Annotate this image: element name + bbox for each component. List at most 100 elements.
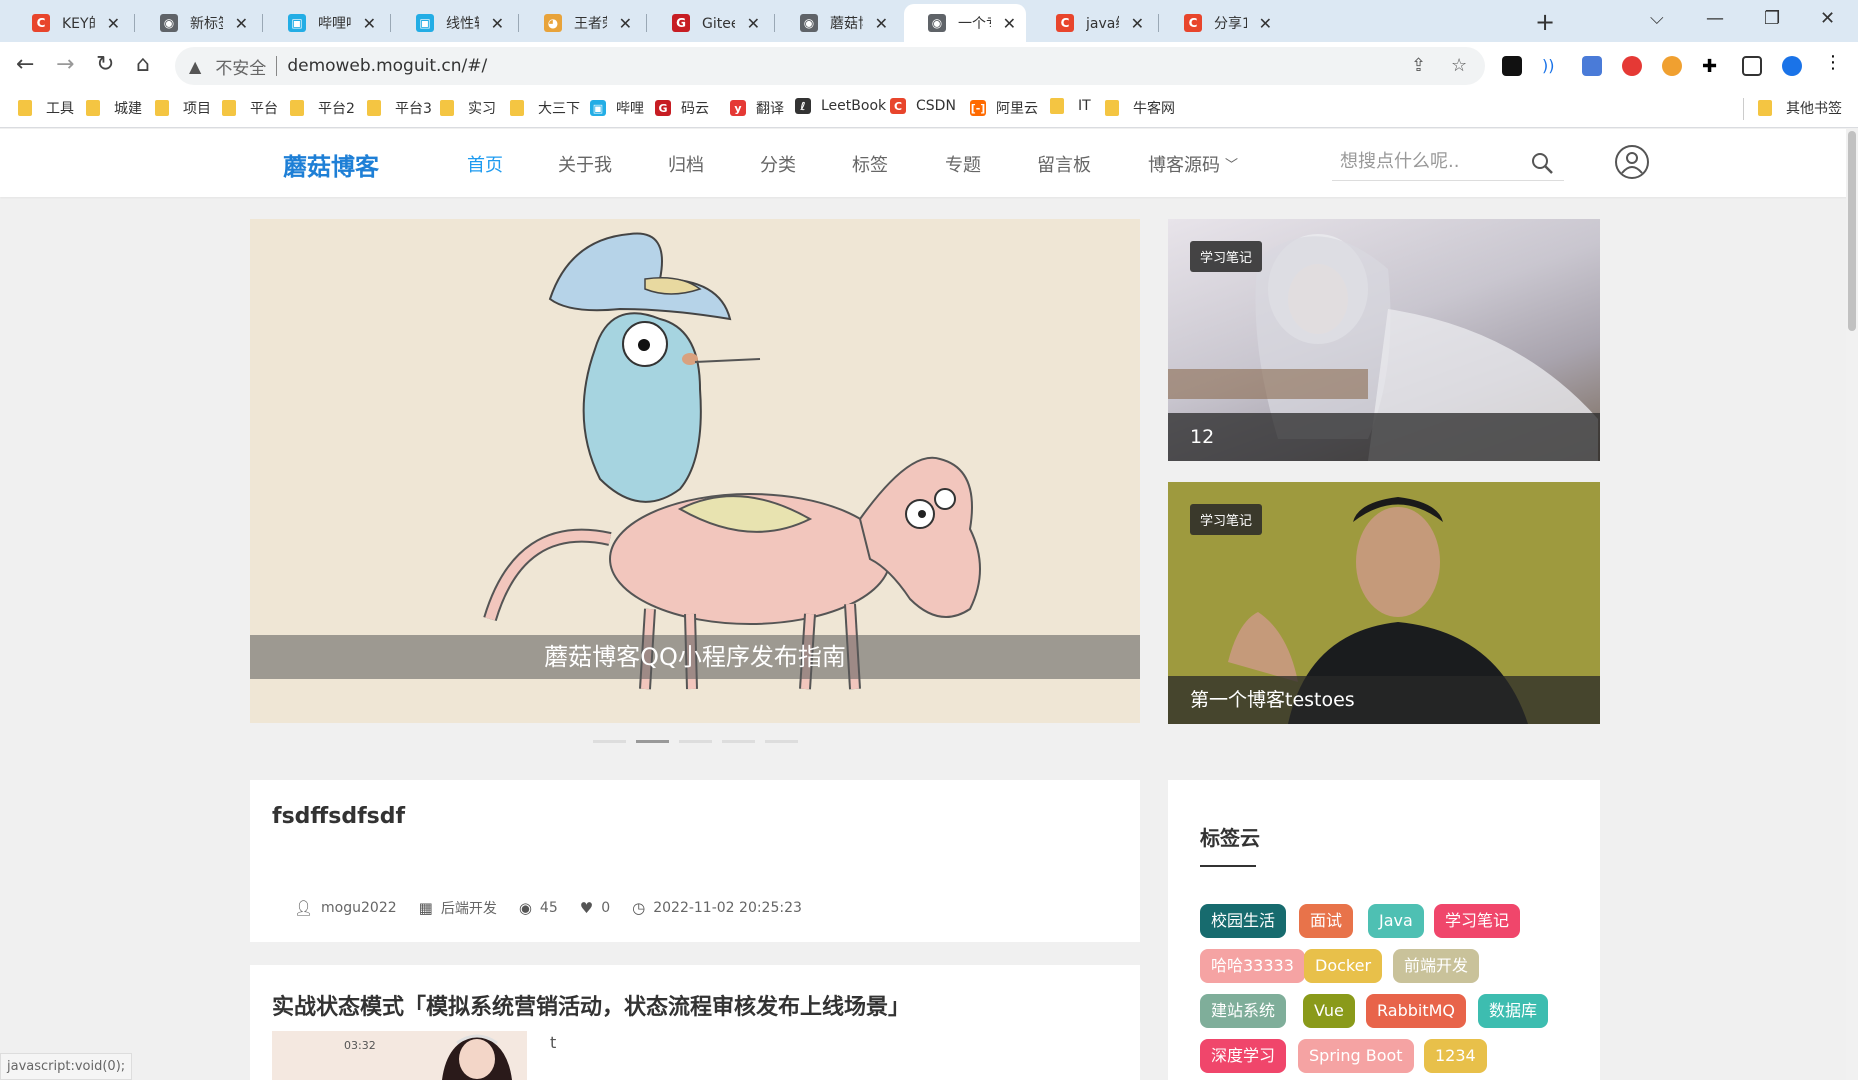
forward-icon[interactable]: →	[56, 52, 74, 77]
browser-tab[interactable]: C 分享10个 ✕	[1160, 4, 1282, 42]
bookmark-item[interactable]: 平台	[222, 98, 278, 118]
close-window-icon[interactable]: ✕	[1820, 8, 1835, 29]
bookmark-star-icon[interactable]: ☆	[1451, 55, 1467, 76]
site-logo[interactable]: 蘑菇博客	[283, 147, 379, 182]
bookmark-item[interactable]: C CSDN	[890, 98, 956, 114]
tab-close-icon[interactable]: ✕	[235, 14, 248, 33]
bookmark-item[interactable]: 城建	[86, 98, 142, 118]
new-tab-icon[interactable]: +	[1535, 8, 1555, 36]
card-title[interactable]: 12	[1168, 413, 1600, 461]
sound-extension-icon[interactable]: ))	[1542, 56, 1562, 76]
card-title[interactable]: 第一个博客testoes	[1168, 676, 1600, 724]
side-card-2[interactable]: 学习笔记 第一个博客testoes	[1168, 482, 1600, 724]
browser-tab[interactable]: Cjava练手项 ✕	[1032, 4, 1154, 42]
bookmark-item[interactable]: G 码云	[655, 98, 709, 118]
nav-item[interactable]: 留言板	[1037, 151, 1091, 177]
tag-chip[interactable]: 深度学习	[1200, 1039, 1287, 1073]
tag-chip[interactable]: 1234	[1424, 1039, 1487, 1073]
bookmark-item[interactable]: 平台2	[290, 98, 355, 118]
bookmark-item[interactable]: 牛客网	[1105, 98, 1175, 118]
nav-item[interactable]: 关于我	[558, 151, 612, 177]
tag-chip[interactable]: Spring Boot	[1298, 1039, 1414, 1073]
tab-search-icon[interactable]: ⌵	[1650, 8, 1664, 29]
nav-item[interactable]: 博客源码	[1148, 151, 1220, 177]
browser-tab[interactable]: ◉ 新标签页 ✕	[136, 4, 258, 42]
tag-chip[interactable]: 校园生活	[1200, 904, 1287, 938]
tag-chip[interactable]: 哈哈33333	[1200, 949, 1305, 983]
tag-chip[interactable]: 学习笔记	[1434, 904, 1521, 938]
restore-icon[interactable]: ❐	[1764, 8, 1780, 29]
card-tag[interactable]: 学习笔记	[1190, 241, 1263, 272]
warning-icon[interactable]: ▲	[189, 57, 201, 76]
bookmark-item[interactable]: 项目	[155, 98, 211, 118]
bookmark-item[interactable]: ▣ 哔哩	[590, 98, 644, 118]
bookmark-item[interactable]: y 翻译	[730, 98, 784, 118]
home-icon[interactable]: ⌂	[136, 52, 150, 77]
side-panel-icon[interactable]	[1742, 56, 1762, 76]
carousel-dot[interactable]	[636, 740, 669, 743]
share-icon[interactable]: ⇪	[1411, 55, 1426, 76]
tag-chip[interactable]: 前端开发	[1393, 949, 1480, 983]
user-avatar-icon[interactable]	[1615, 145, 1649, 179]
address-bar[interactable]: ▲ 不安全 demoweb.moguit.cn/#/ ⇪ ☆	[175, 47, 1485, 85]
scrollbar[interactable]	[1846, 129, 1858, 1080]
bookmark-item[interactable]: ℓ LeetBook	[795, 98, 886, 114]
carousel-caption[interactable]: 蘑菇博客QQ小程序发布指南	[250, 635, 1140, 679]
article-card[interactable]: 实战状态模式「模拟系统营销活动，状态流程审核发布上线场景」 03:32 t	[250, 965, 1140, 1080]
adblock-extension-icon[interactable]	[1622, 56, 1642, 76]
bookmark-item[interactable]: 工具	[18, 98, 74, 118]
tag-chip[interactable]: Vue	[1303, 994, 1355, 1028]
tab-close-icon[interactable]: ✕	[1131, 14, 1144, 33]
meta-category[interactable]: ▦ 后端开发	[419, 898, 497, 918]
meta-author[interactable]: 👤︎ mogu2022	[294, 899, 397, 917]
carousel[interactable]: 蘑菇博客QQ小程序发布指南	[250, 219, 1140, 723]
article-title[interactable]: 实战状态模式「模拟系统营销活动，状态流程审核发布上线场景」	[272, 989, 910, 1021]
tab-close-icon[interactable]: ✕	[107, 14, 120, 33]
carousel-dot[interactable]	[679, 740, 712, 743]
avatar-extension-icon[interactable]	[1662, 56, 1682, 76]
tab-close-icon[interactable]: ✕	[875, 14, 888, 33]
meta-likes[interactable]: ♥ 0	[580, 899, 610, 917]
side-card-1[interactable]: 学习笔记 12	[1168, 219, 1600, 461]
nav-item[interactable]: 专题	[945, 151, 981, 177]
browser-tab[interactable]: C KEY的航行 ✕	[8, 4, 130, 42]
browser-tab[interactable]: ▣ 线性轴体近 ✕	[392, 4, 514, 42]
scrollbar-thumb[interactable]	[1848, 131, 1856, 331]
bookmark-item[interactable]: IT	[1050, 98, 1091, 114]
tag-chip[interactable]: 建站系统	[1200, 994, 1287, 1028]
browser-tab[interactable]: G Gitee 搜索 ✕	[648, 4, 770, 42]
search-icon[interactable]	[1530, 151, 1554, 175]
back-icon[interactable]: ←	[16, 52, 34, 77]
nav-item[interactable]: 归档	[668, 151, 704, 177]
translate-extension-icon[interactable]	[1582, 56, 1602, 76]
nav-item[interactable]: 分类	[760, 151, 796, 177]
carousel-dot[interactable]	[593, 740, 626, 743]
nav-item[interactable]: 首页	[467, 151, 503, 177]
tab-close-icon[interactable]: ✕	[363, 14, 376, 33]
bookmark-item[interactable]: 平台3	[367, 98, 432, 118]
bookmark-item[interactable]: 大三下	[510, 98, 580, 118]
tag-chip[interactable]: Docker	[1304, 949, 1383, 983]
tag-chip[interactable]: RabbitMQ	[1366, 994, 1466, 1028]
tag-chip[interactable]: Java	[1368, 904, 1424, 938]
menu-dots-icon[interactable]: ⋮	[1824, 52, 1844, 73]
search-input[interactable]	[1340, 145, 1520, 177]
tab-close-icon[interactable]: ✕	[1003, 14, 1016, 33]
url-text[interactable]: demoweb.moguit.cn/#/	[287, 56, 487, 76]
chevron-down-icon[interactable]: ﹀	[1225, 154, 1238, 173]
bookmark-item[interactable]: [-] 阿里云	[970, 98, 1038, 118]
browser-tab[interactable]: ◉ 一个专注于 ✕	[904, 4, 1026, 42]
tab-close-icon[interactable]: ✕	[619, 14, 632, 33]
bookmark-item[interactable]: 实习	[440, 98, 496, 118]
article-card[interactable]: fsdffsdfsdf 👤︎ mogu2022 ▦ 后端开发 ◉ 45 ♥ 0 …	[250, 780, 1140, 942]
browser-tab[interactable]: ◕ 王者荣耀 ✕	[520, 4, 642, 42]
browser-tab[interactable]: ◉ 蘑菇博客 ✕	[776, 4, 898, 42]
puzzle-icon[interactable]: ✚	[1702, 56, 1722, 77]
extension-icon[interactable]	[1502, 56, 1522, 76]
article-title[interactable]: fsdffsdfsdf	[272, 804, 405, 829]
carousel-dot[interactable]	[722, 740, 755, 743]
tab-close-icon[interactable]: ✕	[747, 14, 760, 33]
tag-chip[interactable]: 面试	[1299, 904, 1354, 938]
tab-close-icon[interactable]: ✕	[491, 14, 504, 33]
card-tag[interactable]: 学习笔记	[1190, 504, 1263, 535]
